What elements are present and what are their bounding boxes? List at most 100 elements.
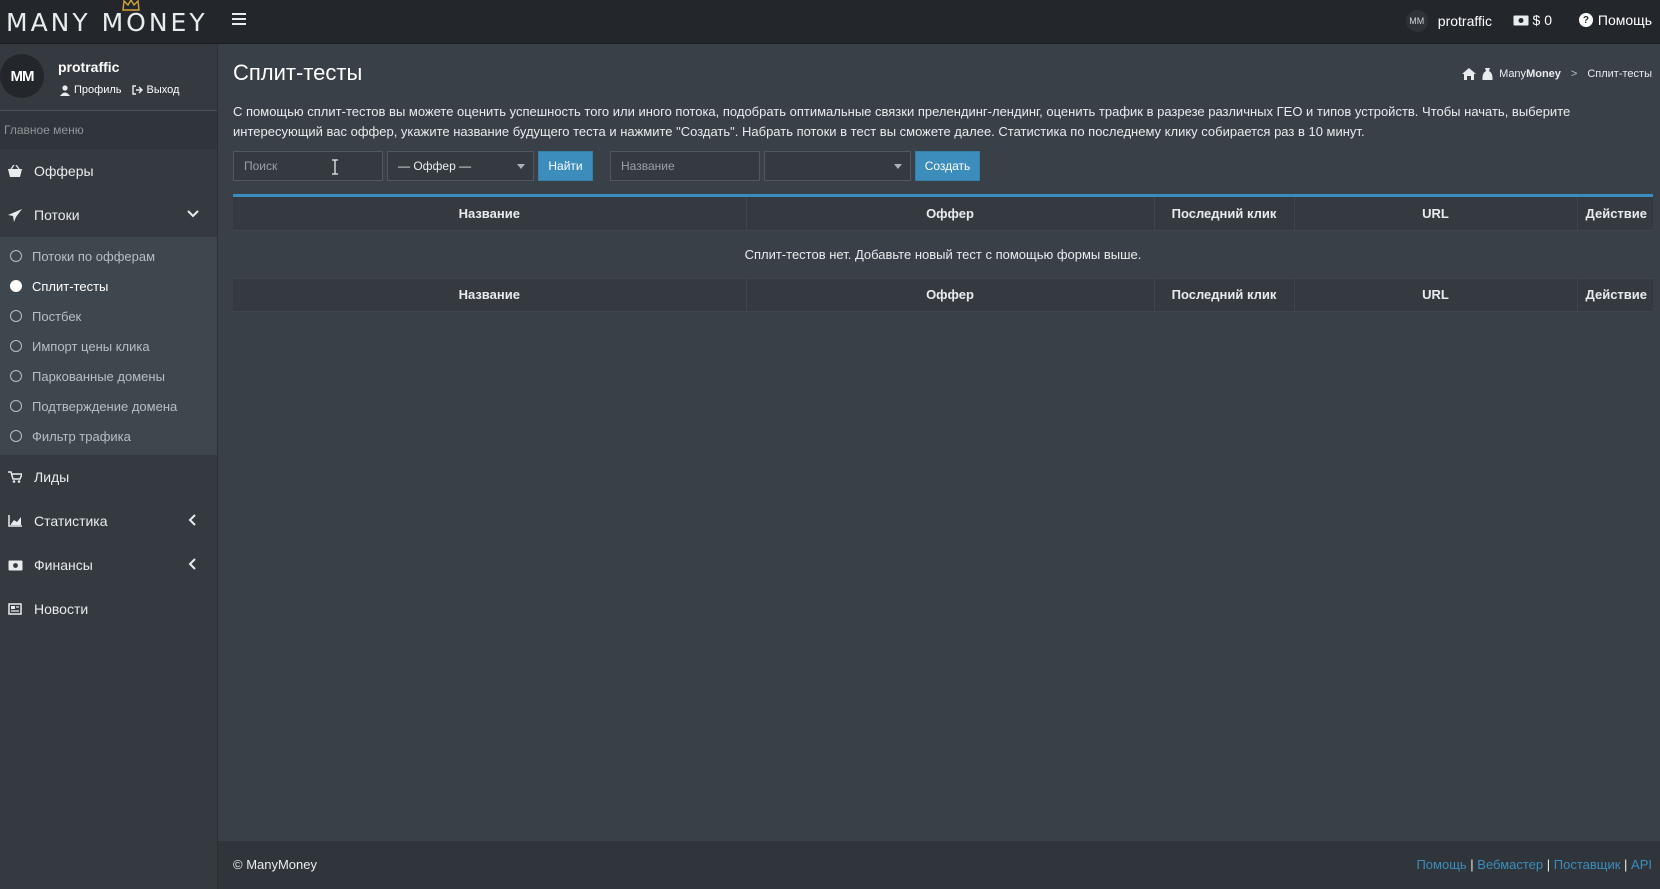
paper-plane-icon	[6, 208, 24, 222]
caret-down-icon	[517, 164, 525, 169]
footer-links: Помощь | Вебмастер | Поставщик | API	[1416, 857, 1652, 872]
help-link[interactable]: ? Помощь	[1578, 12, 1652, 28]
help-label: Помощь	[1597, 12, 1652, 28]
menu-header: Главное меню	[0, 111, 217, 149]
page-footer: © ManyMoney Помощь | Вебмастер | Поставщ…	[218, 841, 1660, 889]
sidebar-item-leads[interactable]: Лиды	[0, 455, 217, 499]
empty-table-message: Сплит-тестов нет. Добавьте новый тест с …	[233, 230, 1653, 279]
question-circle-icon: ?	[1578, 13, 1593, 27]
search-input[interactable]: Поиск	[233, 151, 383, 181]
sidebar-item-offers[interactable]: Офферы	[0, 149, 217, 193]
create-offer-select[interactable]	[764, 151, 911, 181]
hamburger-menu-icon[interactable]	[232, 12, 246, 26]
breadcrumb-home-link[interactable]: ManyMoney	[1499, 68, 1561, 80]
split-tests-table: Название Оффер Последний клик URL Действ…	[233, 194, 1653, 312]
avatar: MM	[0, 54, 44, 98]
sidebar-item-parked-domains[interactable]: Паркованные домены	[0, 361, 217, 391]
create-button[interactable]: Создать	[915, 151, 980, 181]
main-content: Сплит-тесты ManyMoney > Сплит-тесты С по…	[218, 44, 1660, 841]
basket-icon	[6, 164, 24, 178]
footer-link-help[interactable]: Помощь	[1416, 857, 1466, 872]
breadcrumb-current: Сплит-тесты	[1587, 68, 1652, 80]
column-footer-url: URL	[1294, 278, 1578, 312]
table-row: Сплит-тестов нет. Добавьте новый тест с …	[233, 230, 1653, 279]
sign-out-icon	[131, 85, 143, 95]
test-name-placeholder: Название	[621, 159, 675, 173]
search-input-placeholder: Поиск	[244, 159, 278, 173]
avatar: MM	[1405, 10, 1428, 32]
sidebar-item-finance[interactable]: Финансы	[0, 543, 217, 587]
streams-submenu: Потоки по офферам Сплит-тесты Постбек Им…	[0, 237, 217, 455]
chevron-down-icon	[187, 210, 199, 218]
balance-indicator[interactable]: $ 0	[1513, 12, 1552, 28]
sidebar-item-label: Потоки	[34, 207, 80, 223]
newspaper-icon	[6, 602, 24, 616]
profile-link-label: Профиль	[74, 84, 122, 96]
column-header-offer[interactable]: Оффер	[746, 197, 1155, 231]
footer-link-webmaster[interactable]: Вебмастер	[1477, 857, 1543, 872]
circle-icon	[10, 370, 22, 382]
page-title: Сплит-тесты	[233, 60, 363, 85]
circle-filled-icon	[10, 280, 22, 292]
sidebar-item-label: Потоки по офферам	[32, 248, 156, 264]
circle-icon	[10, 310, 22, 322]
crown-icon	[122, 0, 140, 11]
offer-select-value: — Оффер —	[398, 159, 472, 173]
user-menu[interactable]: MM protraffic	[1405, 10, 1492, 32]
cart-icon	[6, 470, 24, 484]
breadcrumb: ManyMoney > Сплит-тесты	[1462, 68, 1652, 80]
logout-link[interactable]: Выход	[131, 84, 180, 96]
sidebar-item-label: Сплит-тесты	[32, 278, 109, 294]
brand-logo[interactable]: MANY MONEY	[6, 8, 208, 37]
sidebar-item-postback[interactable]: Постбек	[0, 301, 217, 331]
profile-link[interactable]: Профиль	[60, 84, 122, 96]
sidebar: MM protraffic Профиль Выход Главное меню	[0, 44, 218, 889]
sidebar-item-streams[interactable]: Потоки	[0, 193, 217, 237]
sidebar-item-statistics[interactable]: Статистика	[0, 499, 217, 543]
sidebar-item-news[interactable]: Новости	[0, 587, 217, 631]
user-name: protraffic	[1437, 13, 1492, 29]
circle-icon	[10, 250, 22, 262]
sidebar-item-label: Фильтр трафика	[32, 428, 131, 444]
column-header-last-click[interactable]: Последний клик	[1154, 197, 1295, 231]
chart-icon	[6, 514, 24, 528]
money-icon	[1513, 15, 1529, 25]
footer-link-supplier[interactable]: Поставщик	[1554, 857, 1621, 872]
home-icon[interactable]	[1462, 68, 1477, 80]
column-footer-name: Название	[233, 278, 747, 312]
caret-down-icon	[894, 164, 902, 169]
footer-link-api[interactable]: API	[1631, 857, 1652, 872]
table-header-row: Название Оффер Последний клик URL Действ…	[233, 197, 1653, 231]
circle-icon	[10, 340, 22, 352]
breadcrumb-separator: >	[1570, 68, 1578, 80]
column-footer-last-click: Последний клик	[1154, 278, 1295, 312]
find-button[interactable]: Найти	[538, 151, 593, 181]
sidebar-item-label: Новости	[34, 601, 89, 617]
copyright: © ManyMoney	[233, 857, 317, 872]
sidebar-item-label: Офферы	[34, 163, 94, 179]
test-name-input[interactable]: Название	[610, 151, 760, 181]
circle-icon	[10, 430, 22, 442]
logout-link-label: Выход	[146, 84, 180, 96]
column-header-name[interactable]: Название	[233, 197, 747, 231]
sidebar-item-split-tests[interactable]: Сплит-тесты	[0, 271, 217, 301]
offer-select[interactable]: — Оффер —	[387, 151, 534, 181]
sidebar-item-click-price-import[interactable]: Импорт цены клика	[0, 331, 217, 361]
sidebar-item-offer-streams[interactable]: Потоки по офферам	[0, 241, 217, 271]
sidebar-item-domain-verification[interactable]: Подтверждение домена	[0, 391, 217, 421]
intro-text: С помощью сплит-тестов вы можете оценить…	[233, 104, 1571, 139]
sidebar-item-label: Подтверждение домена	[32, 398, 178, 414]
money-bag-icon	[1482, 68, 1493, 80]
sidebar-item-label: Постбек	[32, 308, 82, 324]
column-header-url[interactable]: URL	[1294, 197, 1578, 231]
circle-icon	[10, 400, 22, 412]
chevron-left-icon	[188, 514, 196, 526]
text-cursor-icon	[332, 159, 338, 175]
column-header-action: Действие	[1577, 197, 1653, 231]
sidebar-item-label: Импорт цены клика	[32, 338, 150, 354]
sidebar-item-label: Лиды	[34, 469, 70, 485]
money-icon	[6, 558, 24, 572]
sidebar-item-traffic-filter[interactable]: Фильтр трафика	[0, 421, 217, 451]
user-icon	[60, 84, 70, 96]
sidebar-item-label: Паркованные домены	[32, 368, 165, 384]
